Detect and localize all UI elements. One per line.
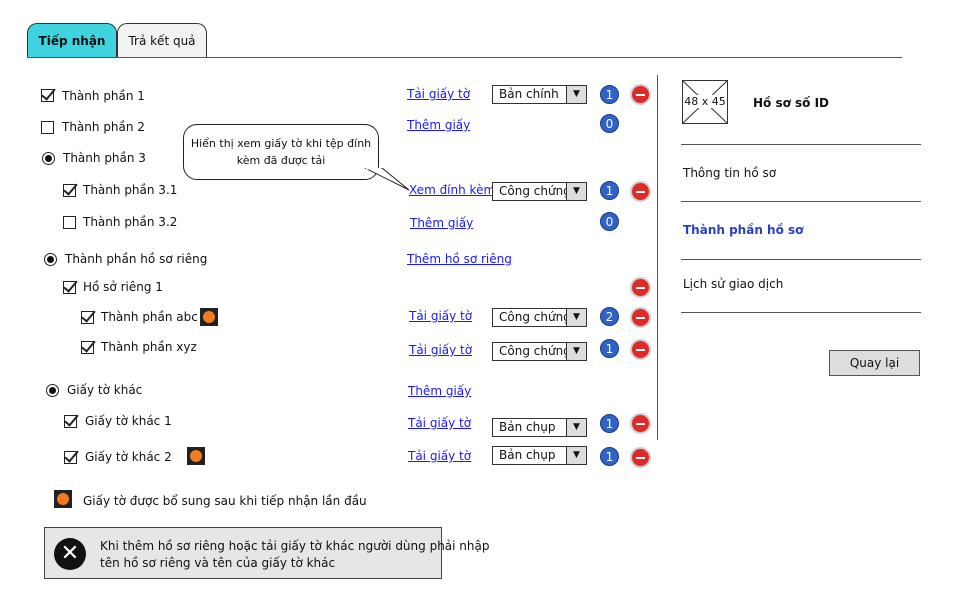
image-placeholder: 48 x 45: [682, 80, 728, 124]
select-value: Bản chụp: [499, 420, 556, 434]
chevron-down-icon: ▼: [566, 343, 586, 360]
callout-line-2: kèm đã được tải: [236, 154, 326, 167]
new-badge-icon: [200, 308, 218, 326]
checkbox-gtk2[interactable]: [64, 451, 77, 464]
tab-divider: [27, 57, 902, 58]
count-badge-gtk1: 1: [600, 414, 619, 433]
sidebar-divider: [681, 259, 921, 260]
add-paper-link-gtk[interactable]: Thêm giấy: [408, 384, 471, 398]
chevron-down-icon: ▼: [566, 447, 586, 464]
count-badge-tp32: 0: [600, 212, 619, 231]
radio-gtk[interactable]: [46, 384, 59, 397]
checkbox-tp1[interactable]: [41, 89, 54, 102]
type-select-abc[interactable]: Công chứng ▼: [492, 308, 587, 327]
remove-icon[interactable]: [630, 84, 651, 105]
note-box: ✕ Khi thêm hồ sơ riêng hoặc tải giấy tờ …: [44, 527, 489, 579]
row-label-tp32: Thành phần 3.2: [83, 215, 178, 229]
add-paper-link-tp2[interactable]: Thêm giấy: [407, 118, 470, 132]
upload-link-xyz[interactable]: Tải giấy tờ: [409, 343, 472, 357]
view-attachment-link-tp31[interactable]: Xem đính kèm: [409, 183, 495, 197]
back-button-label: Quay lại: [849, 356, 900, 370]
checkbox-abc[interactable]: [81, 311, 94, 324]
remove-icon[interactable]: [630, 339, 651, 360]
panel-divider: [657, 75, 658, 440]
select-value: Công chứng: [499, 310, 571, 324]
upload-link-gtk2[interactable]: Tải giấy tờ: [408, 449, 471, 463]
row-label-gtk1: Giấy tờ khác 1: [85, 414, 172, 428]
radio-hsr[interactable]: [44, 253, 57, 266]
sidebar-item-components[interactable]: Thành phần hồ sơ: [683, 223, 803, 237]
close-icon: ✕: [54, 538, 86, 570]
sidebar-divider: [681, 312, 921, 313]
type-select-xyz[interactable]: Công chứng ▼: [492, 342, 587, 361]
row-label-gtk2: Giấy tờ khác 2: [85, 450, 172, 464]
new-badge-icon: [54, 490, 72, 508]
type-select-tp31[interactable]: Công chứng ▼: [492, 182, 587, 201]
checkbox-tp31[interactable]: [63, 184, 76, 197]
new-badge-icon: [187, 447, 205, 465]
select-value: Bản chính: [499, 87, 559, 101]
checkbox-tp2[interactable]: [41, 121, 54, 134]
count-badge-tp2: 0: [600, 114, 619, 133]
sidebar-divider: [681, 144, 921, 145]
chevron-down-icon: ▼: [566, 183, 586, 200]
tab-label: Trả kết quả: [128, 33, 196, 48]
tab-tiep-nhan[interactable]: Tiếp nhận: [27, 23, 117, 57]
upload-link-tp1[interactable]: Tải giấy tờ: [407, 87, 470, 101]
callout-line-1: Hiển thị xem giấy tờ khi tệp đính: [190, 137, 372, 150]
count-badge-gtk2: 1: [600, 447, 619, 466]
sidebar-divider: [681, 201, 921, 202]
record-id: Hồ sơ số ID: [753, 96, 830, 110]
count-badge-tp1: 1: [600, 85, 619, 104]
radio-tp3[interactable]: [42, 152, 55, 165]
checkbox-gtk1[interactable]: [64, 415, 77, 428]
count-badge-xyz: 1: [600, 339, 619, 358]
back-button[interactable]: Quay lại: [829, 350, 920, 376]
chevron-down-icon: ▼: [566, 419, 586, 436]
upload-link-gtk1[interactable]: Tải giấy tờ: [408, 416, 471, 430]
row-label-gtk: Giấy tờ khác: [67, 383, 143, 397]
select-value: Công chứng: [499, 344, 571, 358]
remove-icon[interactable]: [630, 181, 651, 202]
count-badge-tp31: 1: [600, 181, 619, 200]
image-placeholder-label: 48 x 45: [683, 95, 727, 108]
type-select-tp1[interactable]: Bản chính ▼: [492, 85, 587, 104]
row-label-tp2: Thành phần 2: [62, 120, 145, 134]
row-label-hsr1: Hồ sở riêng 1: [83, 280, 163, 294]
sidebar-item-history[interactable]: Lịch sử giao dịch: [683, 277, 783, 291]
row-label-hsr: Thành phần hồ sơ riêng: [65, 252, 208, 266]
chevron-down-icon: ▼: [566, 86, 586, 103]
add-paper-link-tp32[interactable]: Thêm giấy: [410, 216, 473, 230]
type-select-gtk2[interactable]: Bản chụp ▼: [492, 446, 587, 465]
chevron-down-icon: ▼: [566, 309, 586, 326]
remove-icon[interactable]: [630, 413, 651, 434]
tab-tra-ket-qua[interactable]: Trả kết quả: [117, 23, 207, 57]
count-badge-abc: 2: [600, 307, 619, 326]
upload-link-abc[interactable]: Tải giấy tờ: [409, 309, 472, 323]
sidebar-item-info[interactable]: Thông tin hồ sơ: [683, 166, 776, 180]
row-label-abc: Thành phần abc: [101, 310, 198, 324]
select-value: Bản chụp: [499, 448, 556, 462]
legend-text: Giấy tờ được bổ sung sau khi tiếp nhận l…: [83, 494, 367, 508]
checkbox-tp32[interactable]: [63, 216, 76, 229]
checkbox-xyz[interactable]: [81, 341, 94, 354]
remove-icon[interactable]: [630, 447, 651, 468]
row-label-xyz: Thành phần xyz: [101, 340, 197, 354]
note-line-1: Khi thêm hồ sơ riêng hoặc tải giấy tờ kh…: [100, 539, 490, 553]
remove-icon[interactable]: [630, 277, 651, 298]
add-private-record-link[interactable]: Thêm hồ sơ riêng: [407, 252, 512, 266]
note-line-2: tên hồ sơ riêng và tên của giấy tờ khác: [100, 556, 336, 570]
remove-icon[interactable]: [630, 307, 651, 328]
checkbox-hsr1[interactable]: [63, 281, 76, 294]
row-label-tp3: Thành phần 3: [63, 151, 146, 165]
note-text: Khi thêm hồ sơ riêng hoặc tải giấy tờ kh…: [100, 538, 489, 572]
row-label-tp31: Thành phần 3.1: [83, 183, 178, 197]
row-label-tp1: Thành phần 1: [62, 89, 145, 103]
type-select-gtk1[interactable]: Bản chụp ▼: [492, 418, 587, 437]
select-value: Công chứng: [499, 184, 571, 198]
tab-label: Tiếp nhận: [38, 33, 106, 48]
tooltip-callout: Hiển thị xem giấy tờ khi tệp đính kèm đã…: [183, 124, 379, 180]
